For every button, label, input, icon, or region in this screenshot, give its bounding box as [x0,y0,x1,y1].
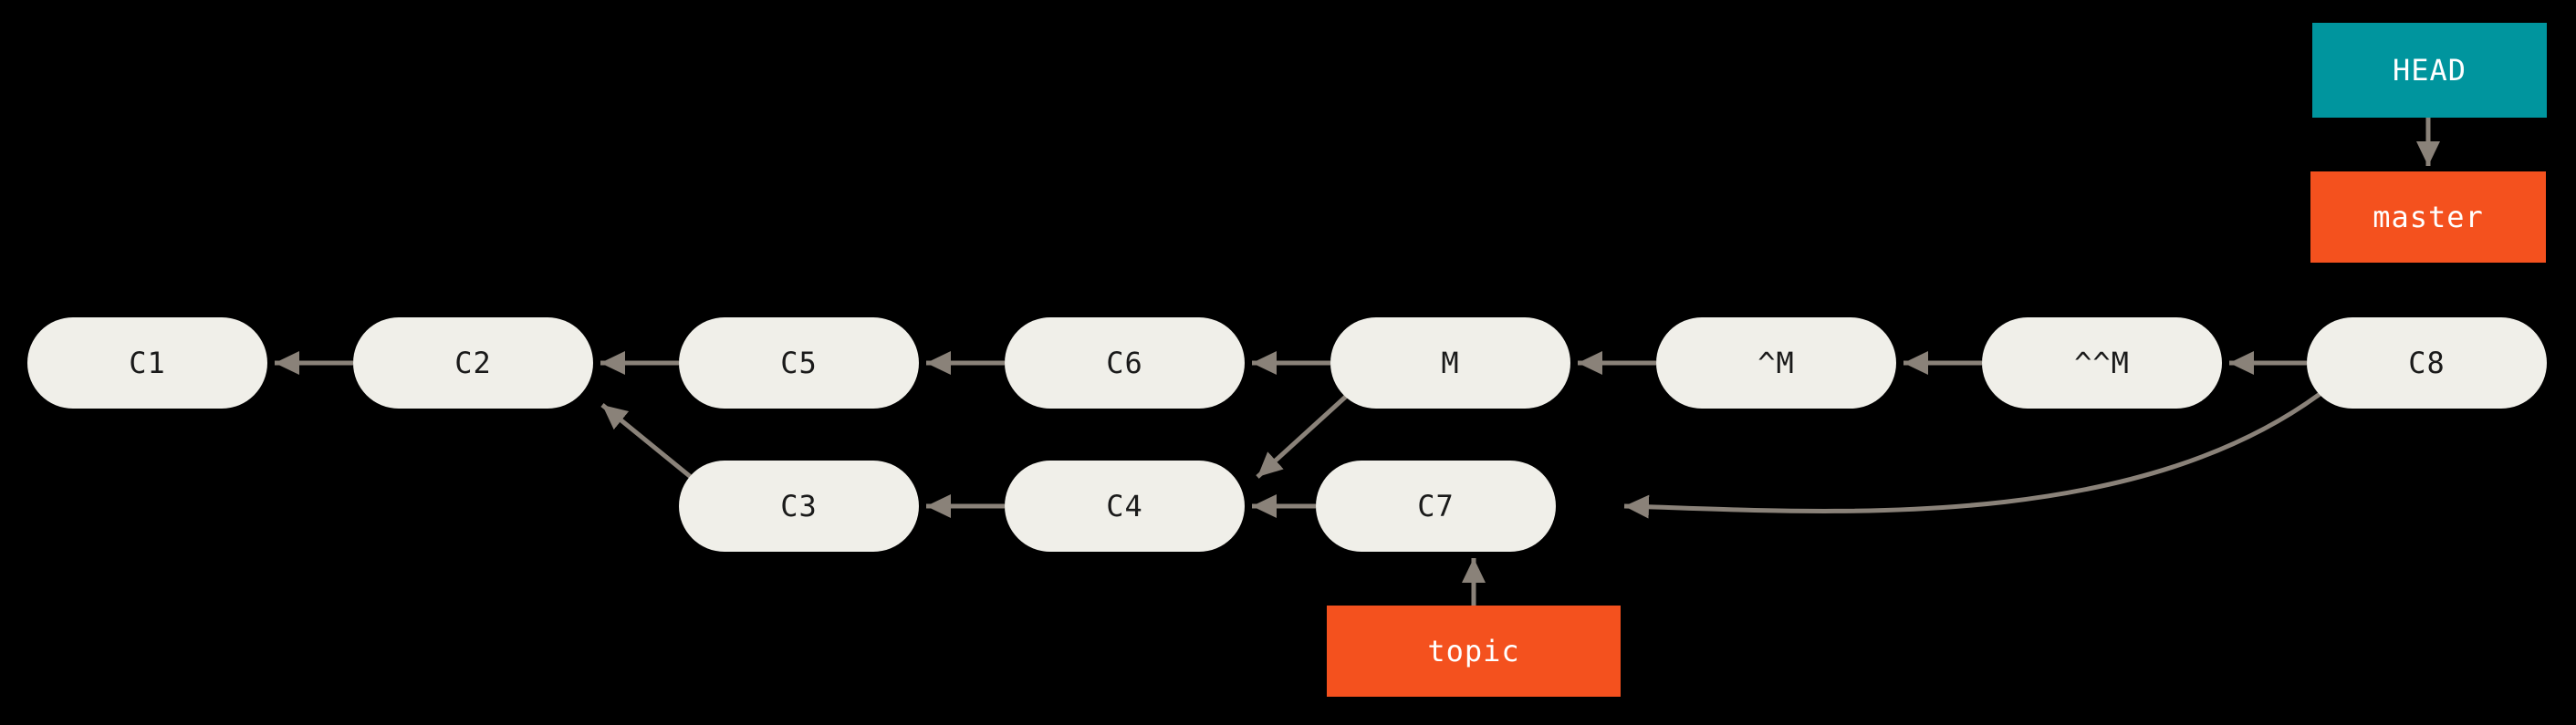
commit-node-c1[interactable]: C1 [27,317,267,409]
ref-label-master[interactable]: master [2310,171,2546,263]
edge-m-c4 [1256,392,1351,479]
commit-node-c6[interactable]: C6 [1005,317,1245,409]
edge-c8-c7 [1623,389,2324,519]
git-graph-diagram: C1 C2 C5 C6 M ^M ^^M C8 C3 C4 C7 HEAD ma… [0,0,2576,725]
ref-label-topic[interactable]: topic [1327,606,1621,697]
commit-node-c8[interactable]: C8 [2307,317,2547,409]
commit-node-c4[interactable]: C4 [1005,461,1245,552]
commit-node-caret-caret-m[interactable]: ^^M [1982,317,2222,409]
commit-node-c2[interactable]: C2 [353,317,593,409]
ref-label-head[interactable]: HEAD [2312,23,2547,118]
commit-node-c3[interactable]: C3 [679,461,919,552]
commit-node-c5[interactable]: C5 [679,317,919,409]
commit-node-caret-m[interactable]: ^M [1656,317,1896,409]
commit-node-c7[interactable]: C7 [1316,461,1556,552]
commit-node-m[interactable]: M [1330,317,1570,409]
edge-c3-c2 [600,403,703,487]
